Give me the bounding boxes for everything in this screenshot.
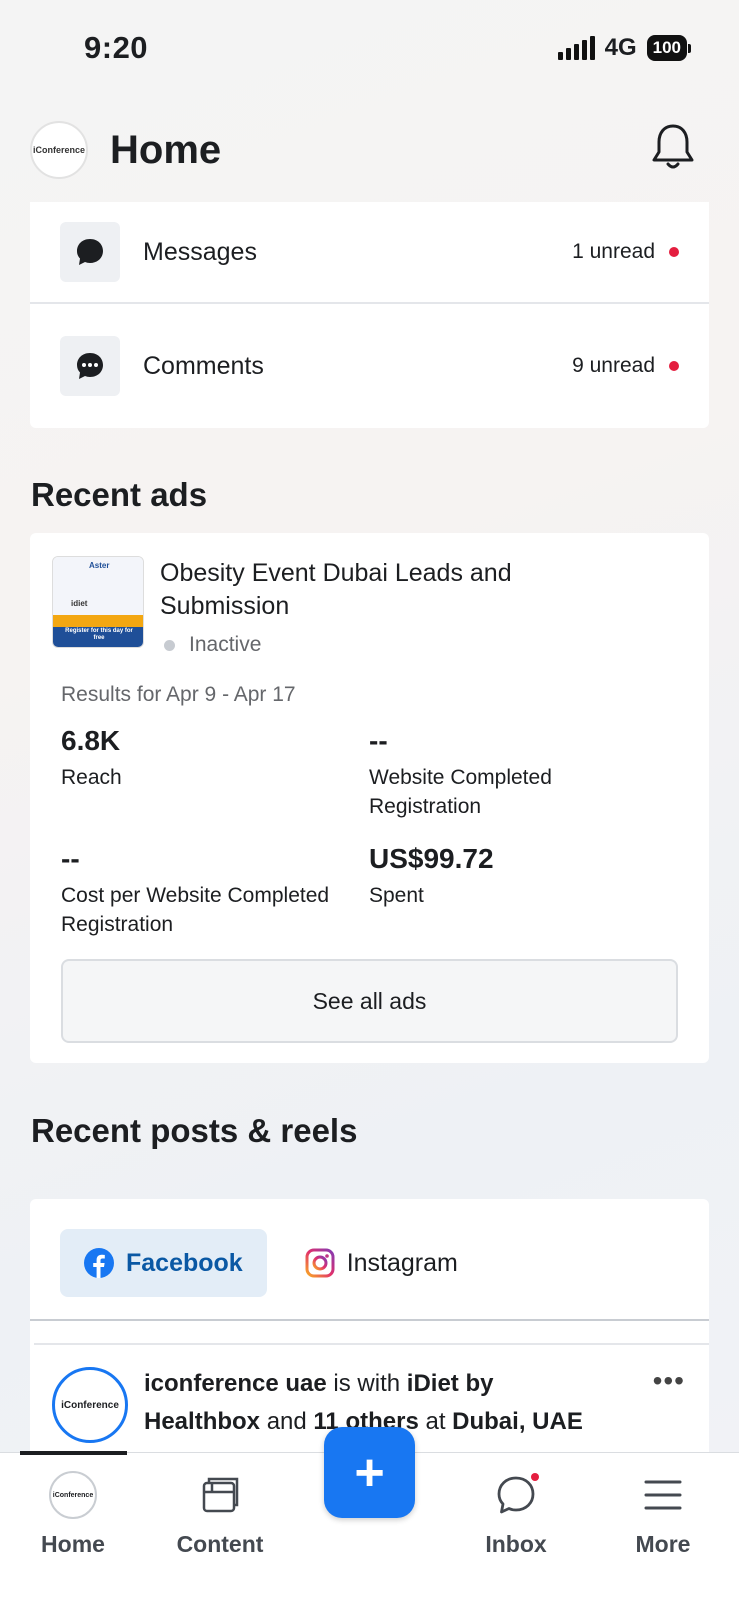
inbox-row-comments[interactable]: Comments 9 unread	[30, 306, 709, 426]
metric-value: --	[61, 843, 80, 874]
battery-icon: 100	[646, 35, 691, 61]
page-title: Home	[110, 127, 222, 172]
metric-value: --	[369, 725, 388, 756]
metric-value: US$99.72	[369, 843, 494, 874]
inbox-card: Messages 1 unread Comments 9 unread	[30, 202, 709, 428]
inbox-chat-icon	[497, 1476, 535, 1514]
metric-label: Website Completed Registration	[369, 766, 552, 818]
active-nav-indicator	[20, 1451, 127, 1455]
metric-value: 6.8K	[61, 725, 121, 756]
ad-name: Obesity Event Dubai Leads and Submission	[160, 559, 512, 620]
inbox-row-messages[interactable]: Messages 1 unread	[30, 202, 709, 304]
post-location[interactable]: Dubai, UAE	[452, 1408, 583, 1435]
thumbnail-register-text: Register for this day for free	[65, 628, 133, 641]
thumbnail-idiet-text: idiet	[71, 599, 88, 608]
recent-posts-title: Recent posts & reels	[31, 1112, 358, 1149]
metric-spent: US$99.72 Spent	[369, 843, 669, 910]
network-type: 4G	[604, 34, 637, 61]
metric-label: Spent	[369, 884, 424, 907]
comments-label: Comments	[143, 351, 264, 380]
battery-level: 100	[646, 35, 687, 61]
see-all-ads-button[interactable]: See all ads	[61, 959, 678, 1043]
content-icon	[202, 1477, 239, 1513]
post-with-text: is with	[333, 1370, 401, 1397]
ad-status: Inactive	[164, 633, 261, 657]
inbox-unread-dot	[531, 1473, 539, 1481]
page-avatar[interactable]: iConference	[30, 121, 88, 179]
nav-avatar-text: iConference	[52, 1491, 94, 1499]
metric-label: Reach	[61, 766, 122, 789]
metric-website-registration: -- Website Completed Registration	[369, 725, 669, 821]
post-author[interactable]: iconference uae	[144, 1370, 327, 1397]
nav-content-label: Content	[176, 1531, 264, 1557]
menu-icon	[644, 1480, 682, 1510]
inactive-status-dot	[164, 639, 175, 651]
metric-reach: 6.8K Reach	[61, 725, 361, 792]
home-avatar-icon: iConference	[49, 1471, 97, 1519]
more-options-icon[interactable]: •••	[653, 1365, 685, 1397]
tab-facebook[interactable]: Facebook	[60, 1229, 267, 1297]
nav-more-label: More	[635, 1531, 691, 1557]
metric-label: Cost per Website Completed Registration	[61, 884, 330, 936]
ad-results-range: Results for Apr 9 - Apr 17	[61, 683, 296, 706]
app-header: iConference Home	[30, 110, 709, 190]
comment-bubble-icon	[60, 336, 120, 396]
thumbnail-brand-text: Aster	[89, 561, 110, 570]
ad-thumbnail: Aster idiet Register for this day for fr…	[52, 556, 144, 648]
status-time: 9:20	[84, 30, 149, 65]
comments-unread-count: 9 unread	[572, 354, 679, 378]
tab-instagram-label: Instagram	[346, 1248, 458, 1277]
create-button[interactable]: +	[324, 1427, 415, 1518]
post-author-avatar[interactable]: iConference	[52, 1367, 128, 1443]
bottom-nav: iConference Home Content + Inbox More	[0, 1427, 739, 1600]
ad-status-text: Inactive	[189, 633, 262, 656]
logo-text: iConference	[32, 145, 85, 155]
recent-ads-title: Recent ads	[31, 476, 208, 513]
nav-inbox-label: Inbox	[485, 1531, 547, 1557]
facebook-icon	[84, 1248, 114, 1278]
post-and-text: and	[266, 1408, 307, 1435]
metric-cost-per-registration: -- Cost per Website Completed Registrati…	[61, 843, 361, 939]
instagram-icon	[305, 1248, 335, 1278]
post-at-text: at	[425, 1408, 446, 1435]
notifications-bell-icon[interactable]	[649, 122, 697, 172]
post-avatar-text: iConference	[61, 1399, 119, 1411]
tab-facebook-label: Facebook	[126, 1248, 243, 1277]
nav-home[interactable]: iConference Home	[18, 1467, 128, 1558]
recent-posts-card: Facebook Instagram iConference iconferen…	[30, 1199, 709, 1459]
tab-divider	[30, 1319, 709, 1321]
comments-count-text: 9 unread	[572, 354, 655, 377]
nav-more[interactable]: More	[608, 1467, 718, 1558]
status-indicators: 4G 100	[557, 34, 691, 62]
nav-inbox[interactable]: Inbox	[461, 1467, 571, 1558]
tab-instagram[interactable]: Instagram	[281, 1229, 482, 1297]
nav-home-label: Home	[41, 1531, 105, 1557]
unread-dot	[669, 247, 679, 257]
status-bar: 9:20 4G 100	[0, 0, 739, 100]
messages-unread-count: 1 unread	[572, 240, 679, 264]
unread-dot	[669, 361, 679, 371]
platform-tabs: Facebook Instagram	[60, 1229, 482, 1297]
messages-count-text: 1 unread	[572, 240, 655, 263]
message-bubble-icon	[60, 222, 120, 282]
messages-label: Messages	[143, 237, 257, 266]
signal-icon	[557, 36, 595, 60]
nav-content[interactable]: Content	[165, 1467, 275, 1558]
recent-ad-card[interactable]: Aster idiet Register for this day for fr…	[30, 533, 709, 1063]
